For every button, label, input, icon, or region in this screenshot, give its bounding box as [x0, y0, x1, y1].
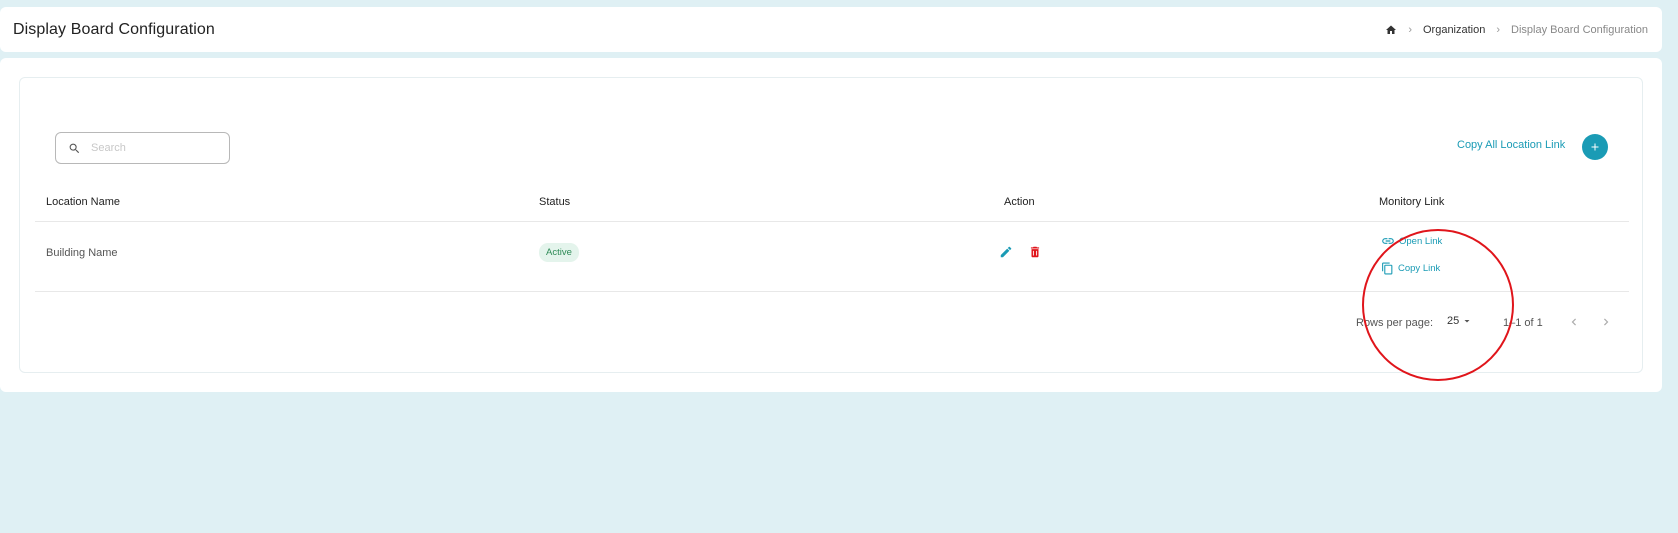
breadcrumb-item-organization[interactable]: Organization: [1423, 24, 1485, 36]
previous-page-button[interactable]: [1565, 313, 1583, 331]
header-divider: [35, 221, 1629, 222]
pagination-range: 1–1 of 1: [1503, 317, 1543, 329]
rows-per-page-value: 25: [1447, 315, 1460, 327]
open-link-label: Open Link: [1399, 235, 1443, 247]
search-input[interactable]: [89, 141, 219, 155]
copy-all-location-link[interactable]: Copy All Location Link: [1457, 139, 1565, 151]
rows-per-page-select[interactable]: 25: [1447, 315, 1473, 327]
search-box[interactable]: [55, 132, 230, 164]
search-icon: [69, 143, 80, 153]
column-header-monitory-link: Monitory Link: [1379, 196, 1445, 208]
plus-icon: [1591, 143, 1599, 151]
breadcrumb-item-current: Display Board Configuration: [1511, 23, 1648, 36]
column-header-status[interactable]: Status: [539, 196, 570, 208]
main-card: Copy All Location Link Location Name Sta…: [0, 58, 1662, 392]
page-header: Display Board Configuration › Organizati…: [0, 7, 1662, 52]
home-icon[interactable]: [1385, 24, 1397, 36]
status-badge: Active: [539, 243, 579, 262]
breadcrumb-separator: ›: [1408, 23, 1412, 36]
copy-icon: [1382, 262, 1393, 275]
breadcrumb: › Organization › Display Board Configura…: [1385, 24, 1648, 36]
breadcrumb-separator: ›: [1496, 23, 1501, 36]
delete-icon[interactable]: [1027, 244, 1043, 260]
highlight-annotation-circle: [1362, 229, 1514, 381]
next-page-button[interactable]: [1597, 313, 1615, 331]
add-location-button[interactable]: [1582, 134, 1608, 160]
copy-link-button[interactable]: Copy Link: [1381, 262, 1440, 275]
open-link-button[interactable]: Open Link: [1381, 234, 1442, 248]
cell-location-name: Building Name: [46, 247, 118, 259]
copy-link-label: Copy Link: [1398, 263, 1441, 274]
table-card: Copy All Location Link Location Name Sta…: [19, 77, 1643, 381]
chevron-right-icon: [1604, 318, 1609, 326]
page-title: Display Board Configuration: [13, 20, 215, 38]
column-header-location-name[interactable]: Location Name: [46, 196, 120, 208]
link-icon: [1382, 238, 1394, 244]
caret-down-icon: [1464, 320, 1470, 323]
column-header-action: Action: [1004, 196, 1035, 208]
edit-icon[interactable]: [998, 244, 1014, 260]
chevron-left-icon: [1571, 318, 1576, 326]
rows-per-page-label: Rows per page:: [1356, 317, 1434, 329]
row-divider: [35, 291, 1629, 292]
